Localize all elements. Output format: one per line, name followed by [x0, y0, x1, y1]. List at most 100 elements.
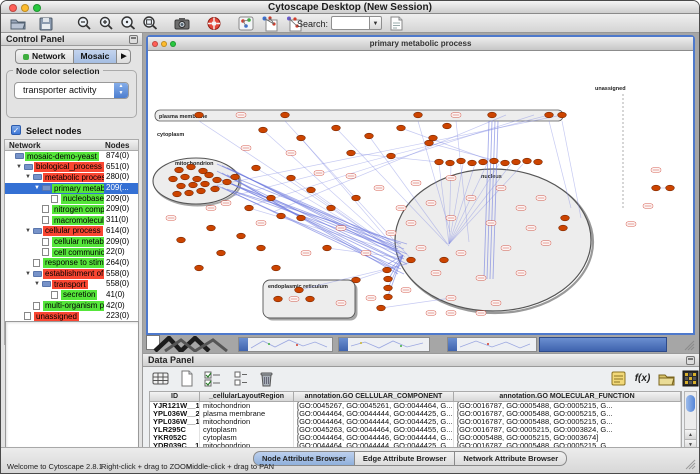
table-cell[interactable]: YKR052C [150, 434, 200, 442]
network-node[interactable] [523, 158, 532, 164]
tree-label[interactable]: transport [52, 280, 88, 290]
network-node[interactable] [512, 159, 521, 165]
tree-label[interactable]: unassigned [34, 312, 79, 322]
tree-row-8[interactable]: cellular metabo209(0) [5, 237, 138, 248]
table-cell[interactable]: [GO:0044464, GO:0044444, GO:0044425, G..… [294, 410, 454, 418]
network-node[interactable] [479, 159, 488, 165]
network-node[interactable] [440, 257, 449, 263]
table-cell[interactable]: YPL036W__1 [150, 418, 200, 426]
table-column-header[interactable]: ID [150, 392, 200, 402]
network-node[interactable] [666, 185, 675, 191]
network-frame-titlebar[interactable]: primary metabolic process [148, 37, 693, 51]
zoom-fit-icon[interactable] [141, 15, 159, 32]
tree-row-14[interactable]: multi-organism pro42(0) [5, 301, 138, 312]
network-node[interactable] [307, 187, 316, 193]
network-node[interactable] [193, 176, 202, 182]
network-node[interactable] [534, 159, 543, 165]
tree-row-10[interactable]: response to stimul264(0) [5, 258, 138, 269]
tree-label[interactable]: cell communicat [52, 248, 104, 258]
table-row-4[interactable]: YKR052Ccytoplasm[GO:0044464, GO:0044446,… [150, 434, 681, 442]
tab-mosaic[interactable]: Mosaic [74, 49, 118, 64]
network-node[interactable] [387, 153, 396, 159]
table-cell[interactable]: YJR121W__1 [150, 402, 200, 410]
network-node[interactable] [347, 150, 356, 156]
network-node[interactable] [377, 305, 386, 311]
network-node[interactable] [446, 160, 455, 166]
snapshot-icon[interactable] [173, 15, 191, 32]
tree-expander-icon[interactable]: ▼ [34, 279, 40, 290]
network-node[interactable] [231, 174, 240, 180]
table-column-header[interactable]: _cellularLayoutRegion [200, 392, 294, 402]
scroll-up-icon[interactable]: ▲ [685, 429, 696, 439]
tree-label[interactable]: nitrogen compo [52, 205, 104, 215]
table-cell[interactable]: [GO:0016787, GO:0005488, GO:0005215, G..… [454, 410, 681, 418]
dropdown-stepper-icon[interactable]: ▲▼ [114, 83, 128, 98]
tree-row-6[interactable]: macromolecule311(0) [5, 215, 138, 226]
network-node[interactable] [435, 159, 444, 165]
save-session-icon[interactable] [37, 15, 55, 32]
network-node[interactable] [205, 172, 214, 178]
network-node[interactable] [297, 135, 306, 141]
background-window-titlebar[interactable] [539, 337, 667, 352]
attribute-table[interactable]: ID_cellularLayoutRegionannotation.GO CEL… [149, 391, 682, 450]
tree-label[interactable]: establishment of lo [43, 269, 104, 279]
tree-row-4[interactable]: nucleobase-209(0) [5, 194, 138, 205]
notepad-icon[interactable] [609, 369, 628, 388]
network-node[interactable] [365, 133, 374, 139]
tree-expander-icon[interactable]: ▼ [25, 226, 31, 237]
tree-expander-icon[interactable]: ▼ [25, 172, 31, 183]
table-cell[interactable]: mitochondrion [200, 418, 294, 426]
delete-attribute-icon[interactable] [257, 369, 276, 388]
minimized-window-1[interactable] [238, 337, 333, 352]
table-scrollbar[interactable]: ▲ ▼ [684, 391, 697, 450]
network-node[interactable] [213, 177, 222, 183]
network-node[interactable] [295, 287, 304, 293]
table-cell[interactable]: [GO:0045263, GO:0044464, GO:0044455, G..… [294, 426, 454, 434]
node-color-dropdown[interactable]: transporter activity ▲▼ [14, 82, 129, 99]
table-cell[interactable]: YPL036W__2 [150, 410, 200, 418]
network-node[interactable] [277, 213, 286, 219]
zoom-button[interactable] [33, 4, 41, 12]
scrollbar-thumb[interactable] [686, 395, 695, 412]
network-node[interactable] [352, 195, 361, 201]
network-canvas[interactable]: plasma membrane cytoplasm mitochondrion … [148, 51, 693, 333]
window-resize-grip-icon[interactable] [685, 459, 696, 470]
tree-label[interactable]: response to stimul [43, 258, 104, 268]
network-node[interactable] [181, 174, 190, 180]
tree-row-7[interactable]: ▼cellular process614(0) [5, 226, 138, 237]
network-node[interactable] [187, 164, 196, 170]
network-node[interactable] [561, 215, 570, 221]
birds-eye-view[interactable] [5, 321, 139, 448]
function-builder-icon[interactable]: f(x) [633, 369, 652, 388]
frame-minimize-button[interactable] [161, 41, 167, 47]
tree-expander-icon[interactable]: ▼ [16, 162, 22, 173]
table-cell[interactable]: [GO:0044464, GO:0044446, GO:0044444, G..… [294, 434, 454, 442]
network-node[interactable] [429, 135, 438, 141]
table-cell[interactable]: plasma membrane [200, 410, 294, 418]
tree-expander-icon[interactable]: ▼ [34, 183, 40, 194]
network-node[interactable] [443, 123, 452, 129]
table-column-header[interactable]: annotation.GO CELLULAR_COMPONENT [294, 392, 454, 402]
network-node[interactable] [201, 181, 210, 187]
network-node[interactable] [177, 237, 186, 243]
data-panel-float-icon[interactable] [686, 356, 695, 365]
table-row-2[interactable]: YPL036W__1mitochondrion[GO:0044464, GO:0… [150, 418, 681, 426]
network-node[interactable] [383, 267, 392, 273]
network-node[interactable] [274, 296, 283, 302]
zoom-selected-icon[interactable] [119, 15, 137, 32]
network-node[interactable] [287, 175, 296, 181]
network-node[interactable] [281, 112, 290, 118]
network-node[interactable] [327, 205, 336, 211]
network-node[interactable] [177, 183, 186, 189]
network-node[interactable] [195, 112, 204, 118]
attribute-columns-icon[interactable] [231, 369, 250, 388]
tree-label[interactable]: biological_process [34, 162, 104, 172]
network-node[interactable] [237, 233, 246, 239]
network-node[interactable] [267, 195, 276, 201]
network-node[interactable] [217, 250, 226, 256]
table-cell[interactable]: YLR295C [150, 426, 200, 434]
tree-label[interactable]: cellular metabo [52, 237, 104, 247]
select-nodes-checkbox[interactable]: ✓ [11, 125, 21, 135]
network-node[interactable] [332, 125, 341, 131]
tree-row-12[interactable]: ▼transport558(0) [5, 279, 138, 290]
